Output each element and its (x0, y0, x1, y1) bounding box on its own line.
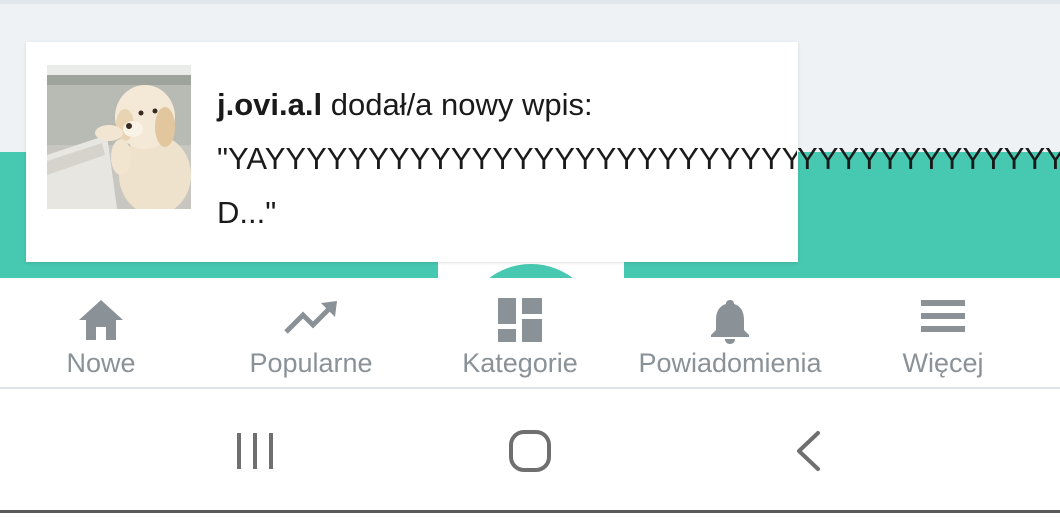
back-icon (797, 431, 820, 471)
recent-apps-button[interactable] (215, 389, 295, 513)
bell-icon (711, 300, 749, 344)
nav-item-kategorie[interactable]: Kategorie (445, 278, 595, 388)
notification-username[interactable]: j.ovi.a.l (217, 87, 322, 122)
nav-item-powiadomienia[interactable]: Powiadomienia (620, 278, 840, 388)
bottom-navigation: Nowe Popularne Kategorie Powiadomienia W… (0, 278, 1060, 388)
nav-item-wiecej[interactable]: Więcej (880, 278, 1006, 388)
nav-item-nowe[interactable]: Nowe (36, 278, 166, 388)
quote-line-1-text: "YAYYYYYYYYYYYYYYYYYYYYYYYYYYYYYYYYYYYYY… (217, 141, 797, 176)
nav-item-label: Nowe (66, 348, 136, 378)
recent-apps-icon (237, 433, 273, 469)
notification-action: dodał/a nowy wpis: (322, 87, 593, 122)
quote-line-1: "YAYYYYYYYYYYYYYYYYYYYYYYYYYYYYYYYYYYYYY… (217, 132, 797, 188)
home-circle-icon (509, 430, 551, 472)
back-button[interactable] (770, 389, 850, 513)
notification-headline: j.ovi.a.l dodał/a nowy wpis: (217, 78, 797, 132)
nav-item-popularne[interactable]: Popularne (226, 278, 396, 388)
menu-icon (921, 300, 965, 332)
nav-item-label: Popularne (249, 348, 373, 378)
nav-item-label: Kategorie (462, 348, 578, 378)
home-button[interactable] (490, 389, 570, 513)
quote-overflow: "YAYYYYYYYYYYYYYYYYYYYYYYYYYYYYYYYYYYYYY… (798, 132, 1060, 192)
avatar[interactable] (47, 65, 191, 209)
dashboard-grid-icon (498, 298, 542, 342)
quote-line-2: D..." (217, 195, 277, 230)
nav-item-label: Więcej (902, 348, 984, 378)
notification-toast[interactable]: j.ovi.a.l dodał/a nowy wpis: "YAYYYYYYYY… (26, 42, 798, 262)
quote-overflow-text: "YAYYYYYYYYYYYYYYYYYYYYYYYYYYYYYYYYYYYYY… (798, 141, 1060, 176)
nav-item-label: Powiadomienia (638, 348, 822, 378)
dog-photo (47, 65, 191, 209)
system-navigation-bar (0, 389, 1060, 513)
home-icon (79, 300, 123, 340)
trending-up-icon (284, 301, 337, 334)
top-divider (0, 0, 1060, 4)
